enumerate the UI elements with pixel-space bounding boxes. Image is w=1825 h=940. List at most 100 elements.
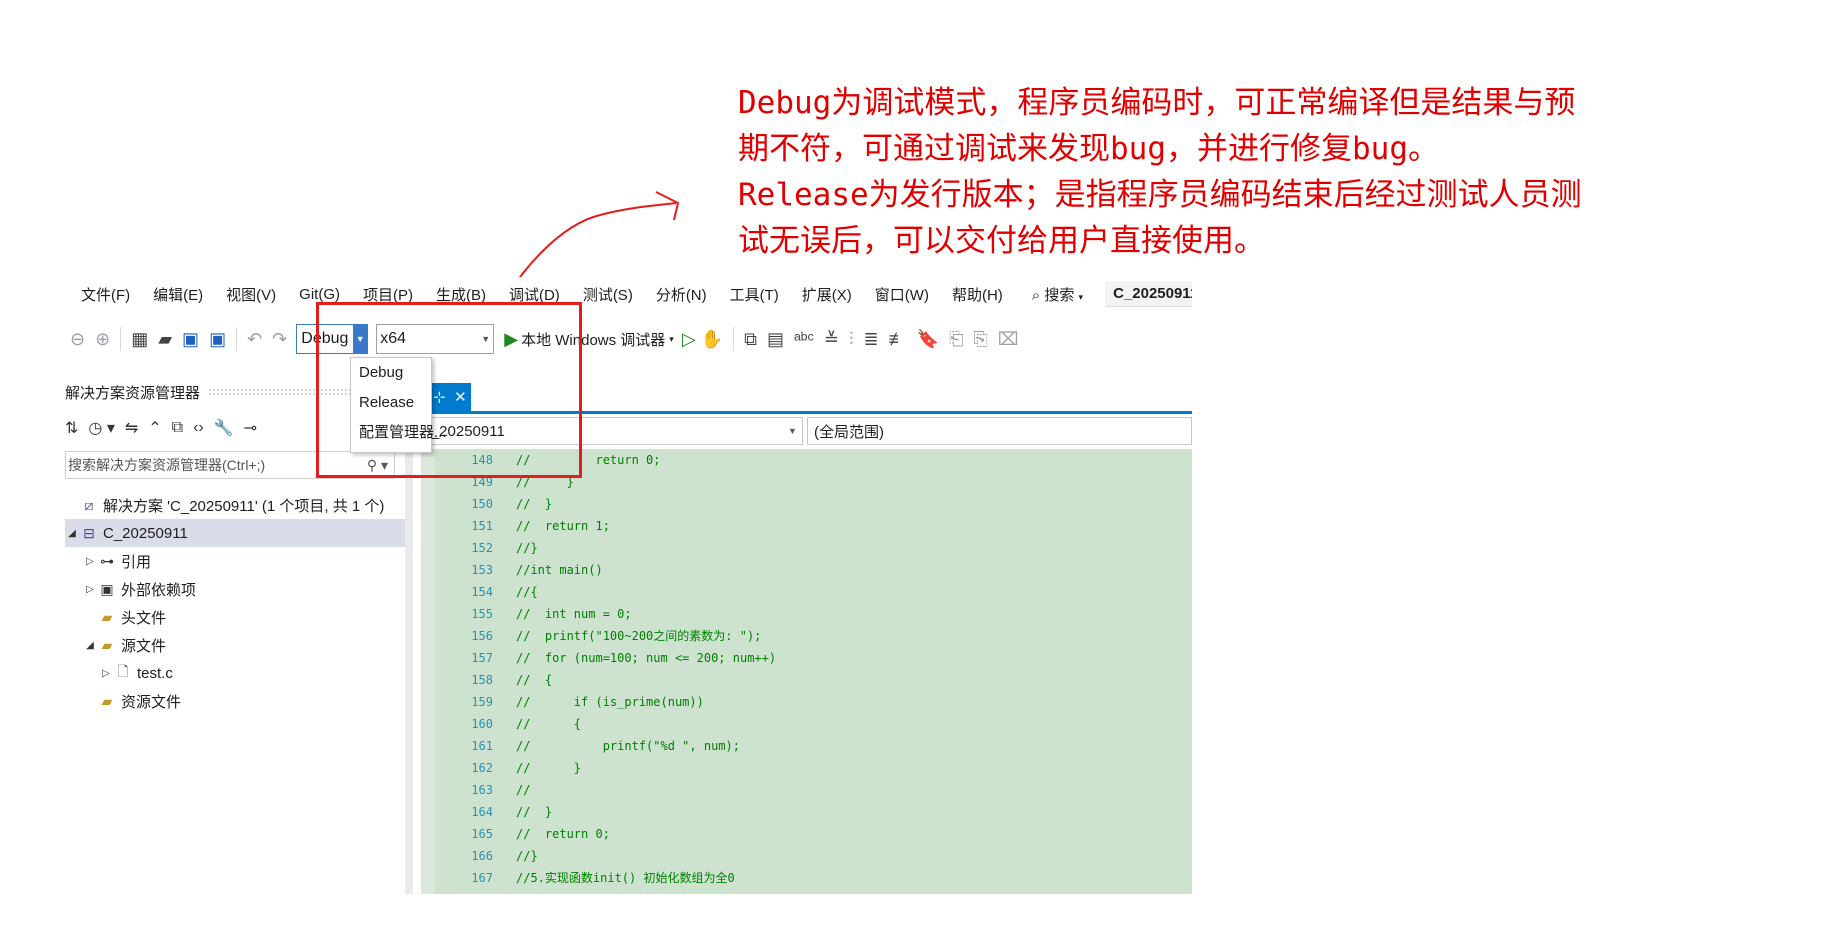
tree-node-project[interactable]: ◢ ⊟ C_20250911 bbox=[65, 519, 405, 547]
menu-help[interactable]: 帮助(H) bbox=[952, 284, 1003, 305]
save-all-icon[interactable]: ▣ bbox=[209, 329, 226, 350]
code-text: // } bbox=[516, 761, 582, 775]
expander[interactable]: ▷ bbox=[99, 668, 113, 679]
prev-bookmark-icon[interactable]: ⎗ bbox=[949, 329, 963, 350]
clear-bookmarks-icon[interactable]: ⌧ bbox=[998, 329, 1019, 350]
uncomment-icon[interactable]: ⫶ bbox=[849, 329, 854, 350]
code-line[interactable]: 166 //} bbox=[421, 845, 1192, 867]
collapse-all-icon[interactable]: ⌃ bbox=[148, 418, 161, 438]
preview-icon[interactable]: ‹› bbox=[193, 419, 204, 437]
code-line[interactable]: 152 //} bbox=[421, 537, 1192, 559]
sync-icon[interactable]: ⇅ bbox=[65, 418, 78, 438]
window-layout-icon[interactable]: ▤ bbox=[767, 329, 784, 350]
expander[interactable]: ▷ bbox=[83, 556, 97, 567]
code-line[interactable]: 159 // if (is_prime(num)) bbox=[421, 691, 1192, 713]
format-icon[interactable]: ≚ bbox=[824, 329, 839, 350]
search-icon: ⌕ bbox=[1031, 286, 1041, 304]
navigate-forward-icon[interactable]: ⊕ bbox=[95, 329, 110, 350]
expander[interactable]: ◢ bbox=[83, 640, 97, 651]
code-line[interactable]: 155 // int num = 0; bbox=[421, 603, 1192, 625]
menu-window[interactable]: 窗口(W) bbox=[875, 284, 929, 305]
c-file-icon: 🗋 bbox=[117, 663, 129, 679]
code-text: //int main() bbox=[516, 563, 603, 577]
menu-file[interactable]: 文件(F) bbox=[81, 284, 130, 305]
uncomment-lines-icon[interactable]: ≢ bbox=[889, 329, 907, 350]
properties-icon[interactable]: 🔧 bbox=[214, 418, 234, 438]
tree-node-header-files[interactable]: ▰ 头文件 bbox=[65, 603, 405, 631]
tree-node-references[interactable]: ▷ ⊶ 引用 bbox=[65, 547, 405, 575]
code-line[interactable]: 150 // } bbox=[421, 493, 1192, 515]
chevron-down-icon: ▾ bbox=[1078, 291, 1084, 302]
tree-node-label: 引用 bbox=[121, 553, 152, 571]
tree-node-label: 资源文件 bbox=[121, 693, 182, 711]
chevron-down-icon[interactable]: ▼ bbox=[788, 426, 802, 436]
code-line[interactable]: 162 // } bbox=[421, 757, 1192, 779]
code-line[interactable]: 153 //int main() bbox=[421, 559, 1192, 581]
menu-git[interactable]: Git(G) bbox=[299, 286, 340, 303]
code-text: // printf("100~200之间的素数为: "); bbox=[516, 629, 762, 643]
line-number: 166 bbox=[471, 849, 493, 863]
chevron-down-icon[interactable]: ▾ bbox=[669, 334, 674, 345]
line-number: 163 bbox=[471, 783, 493, 797]
code-line[interactable]: 161 // printf("%d ", num); bbox=[421, 735, 1192, 757]
project-icon: ⊟ bbox=[83, 524, 95, 541]
code-line[interactable]: 165 // return 0; bbox=[421, 823, 1192, 845]
menu-tools[interactable]: 工具(T) bbox=[730, 284, 779, 305]
line-number: 159 bbox=[471, 695, 493, 709]
menu-analyze[interactable]: 分析(N) bbox=[656, 284, 707, 305]
code-text: // printf("%d ", num); bbox=[516, 739, 740, 753]
line-number: 155 bbox=[471, 607, 493, 621]
scope-navigation-select[interactable]: (全局范围) bbox=[807, 417, 1192, 445]
code-line[interactable]: 158 // { bbox=[421, 669, 1192, 691]
folder-icon: ▰ bbox=[101, 636, 113, 653]
folder-icon: ▰ bbox=[101, 692, 113, 709]
redo-icon[interactable]: ↷ bbox=[272, 329, 287, 350]
menu-extensions[interactable]: 扩展(X) bbox=[802, 284, 852, 305]
search-button[interactable]: ⌕ 搜索 ▾ bbox=[1032, 284, 1083, 305]
open-file-icon[interactable]: ▰ bbox=[158, 329, 172, 350]
expander[interactable]: ◢ bbox=[65, 528, 79, 539]
ide-window: 文件(F) 编辑(E) 视图(V) Git(G) 项目(P) 生成(B) 调试(… bbox=[65, 277, 1192, 894]
line-number: 161 bbox=[471, 739, 493, 753]
menu-view[interactable]: 视图(V) bbox=[226, 284, 276, 305]
code-line[interactable]: 167 //5.实现函数init() 初始化数组为全0 bbox=[421, 867, 1192, 889]
start-without-debugging-icon[interactable]: ▷ bbox=[682, 329, 696, 350]
spell-check-icon[interactable]: ᵃᵇᶜ bbox=[794, 329, 814, 350]
line-number: 165 bbox=[471, 827, 493, 841]
more-icon[interactable]: ⊸ bbox=[244, 418, 257, 438]
tree-node-test-c[interactable]: ▷ 🗋 test.c bbox=[65, 659, 405, 687]
menu-edit[interactable]: 编辑(E) bbox=[153, 284, 203, 305]
menu-test[interactable]: 测试(S) bbox=[583, 284, 633, 305]
navigate-back-icon[interactable]: ⊖ bbox=[70, 329, 85, 350]
tree-node-solution[interactable]: ⧄ 解决方案 'C_20250911' (1 个项目, 共 1 个) bbox=[65, 491, 405, 519]
comment-lines-icon[interactable]: ≣ bbox=[863, 329, 878, 350]
code-editor[interactable]: 148// return 0; 149// } 150// } 151// retur… bbox=[421, 449, 1192, 894]
history-icon[interactable]: ◷ ▾ bbox=[88, 418, 114, 438]
code-line[interactable]: 168 //实现print() 打印数组的每个元素 bbox=[421, 889, 1192, 894]
new-project-icon[interactable]: ▦ bbox=[131, 329, 148, 350]
code-line[interactable]: 154 //{ bbox=[421, 581, 1192, 603]
code-line[interactable]: 157 // for (num=100; num <= 200; num++) bbox=[421, 647, 1192, 669]
hot-reload-icon[interactable]: ✋ bbox=[701, 329, 723, 350]
show-all-files-icon[interactable]: ⧉ bbox=[172, 419, 183, 437]
tree-node-label: 解决方案 'C_20250911' (1 个项目, 共 1 个) bbox=[103, 497, 385, 515]
bookmark-icon[interactable]: 🔖 bbox=[917, 329, 939, 350]
tree-node-source-files[interactable]: ◢ ▰ 源文件 bbox=[65, 631, 405, 659]
code-line[interactable]: 163 // bbox=[421, 779, 1192, 801]
tree-node-resource-files[interactable]: ▰ 资源文件 bbox=[65, 687, 405, 715]
code-line[interactable]: 156 // printf("100~200之间的素数为: "); bbox=[421, 625, 1192, 647]
undo-icon[interactable]: ↶ bbox=[247, 329, 262, 350]
code-text: // int num = 0; bbox=[516, 607, 632, 621]
pending-changes-icon[interactable]: ⇋ bbox=[125, 418, 138, 438]
solution-name-badge: C_20250911 bbox=[1105, 281, 1192, 307]
code-line[interactable]: 164 // } bbox=[421, 801, 1192, 823]
tree-node-external-deps[interactable]: ▷ ▣ 外部依赖项 bbox=[65, 575, 405, 603]
code-line[interactable]: 151 // return 1; bbox=[421, 515, 1192, 537]
save-icon[interactable]: ▣ bbox=[182, 329, 199, 350]
code-line[interactable]: 160 // { bbox=[421, 713, 1192, 735]
tree-node-label: C_20250911 bbox=[103, 524, 188, 542]
expander[interactable]: ▷ bbox=[83, 584, 97, 595]
browse-icon[interactable]: ⧉ bbox=[744, 329, 757, 350]
references-icon: ⊶ bbox=[100, 552, 114, 569]
next-bookmark-icon[interactable]: ⎘ bbox=[973, 329, 987, 350]
